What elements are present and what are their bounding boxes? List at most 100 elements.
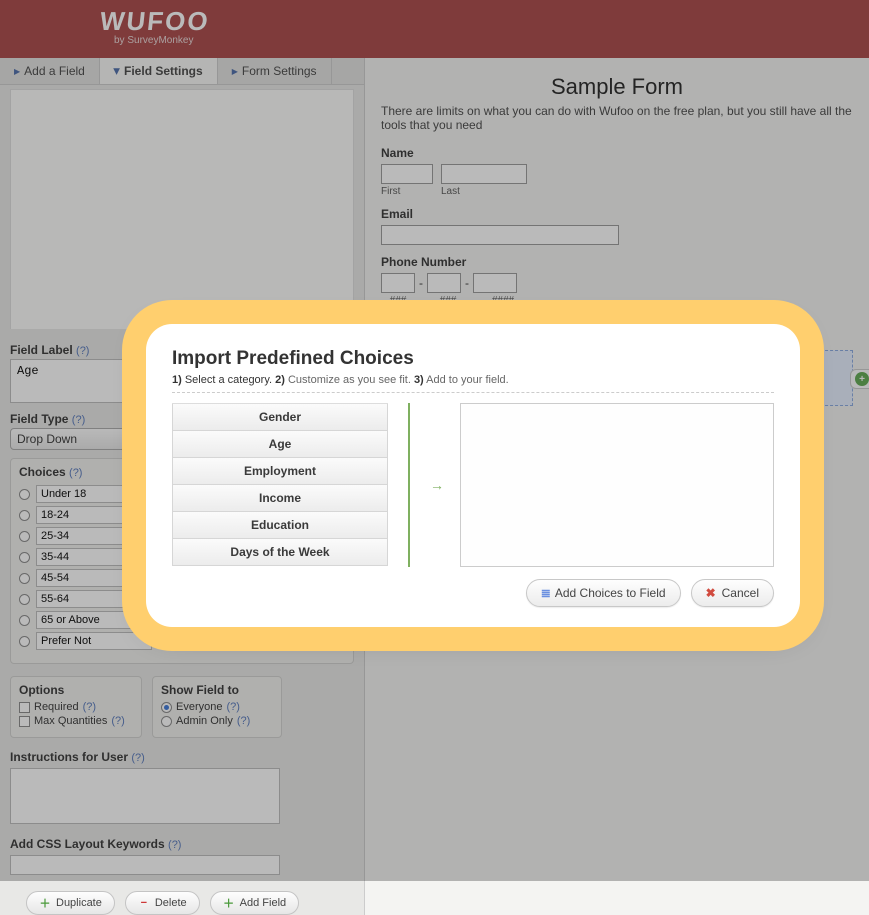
brand-header: WUFOO by SurveyMonkey (0, 0, 869, 58)
add-field-button[interactable]: ＋ Add Field (210, 891, 299, 915)
choice-input[interactable] (36, 506, 152, 524)
preview-desc: There are limits on what you can do with… (381, 104, 853, 132)
minus-icon: − (138, 897, 150, 909)
choice-radio[interactable] (19, 615, 30, 626)
phone-sublabel: #### (481, 295, 525, 306)
choice-input[interactable] (36, 632, 152, 650)
select-value: Drop Down (17, 432, 77, 446)
phone-sep: - (465, 276, 469, 290)
maxq-checkbox[interactable] (19, 716, 30, 727)
category-gender[interactable]: Gender (172, 404, 388, 431)
css-keywords-title: Add CSS Layout Keywords (?) (10, 837, 354, 851)
required-checkbox[interactable] (19, 702, 30, 713)
radio-label: Everyone (176, 701, 222, 713)
help-icon[interactable]: (?) (72, 414, 85, 426)
last-sublabel: Last (441, 186, 527, 197)
instructions-title: Instructions for User (?) (10, 750, 354, 764)
phone-sublabel: ### (381, 295, 415, 306)
category-days-of-week[interactable]: Days of the Week (172, 539, 388, 566)
tab-form-settings[interactable]: ▶Form Settings (218, 58, 332, 84)
close-icon: ✖ (706, 586, 716, 600)
button-label: Duplicate (56, 897, 102, 909)
preview-title: Sample Form (381, 74, 853, 100)
button-label: Add Choices to Field (555, 586, 666, 600)
choice-radio[interactable] (19, 573, 30, 584)
category-age[interactable]: Age (172, 431, 388, 458)
showfield-title: Show Field to (161, 683, 273, 697)
name-label: Name (381, 146, 853, 160)
phone-part2-input[interactable] (427, 273, 461, 293)
add-row-button[interactable]: + (855, 372, 869, 386)
choice-input[interactable] (36, 485, 152, 503)
list-icon: ≣ (541, 586, 549, 600)
chevron-down-icon: ▾ (807, 371, 813, 385)
choice-row (19, 632, 345, 650)
choice-radio[interactable] (19, 531, 30, 542)
choice-input[interactable] (36, 527, 152, 545)
cancel-button[interactable]: ✖ Cancel (691, 579, 774, 607)
add-choices-button[interactable]: ≣ Add Choices to Field (526, 579, 681, 607)
email-label: Email (381, 207, 853, 221)
row-controls: + − (850, 369, 869, 389)
choice-input[interactable] (36, 611, 152, 629)
choice-input[interactable] (36, 590, 152, 608)
options-panel: Options Required (?) Max Quantities (?) (10, 676, 142, 738)
options-title: Options (19, 683, 133, 697)
adminonly-radio[interactable] (161, 716, 172, 727)
first-sublabel: First (381, 186, 433, 197)
button-label: Delete (155, 897, 187, 909)
help-icon[interactable]: (?) (83, 701, 96, 713)
category-employment[interactable]: Employment (172, 458, 388, 485)
help-icon[interactable]: (?) (111, 715, 124, 727)
phone-sep: - (419, 276, 423, 290)
button-label: Add Field (240, 897, 286, 909)
tab-label: Field Settings (124, 64, 203, 78)
help-icon[interactable]: (?) (76, 345, 89, 357)
category-income[interactable]: Income (172, 485, 388, 512)
radio-label: Admin Only (176, 715, 233, 727)
divider (408, 403, 410, 567)
triangle-icon: ▶ (14, 67, 20, 76)
phone-sublabel: ### (431, 295, 465, 306)
choice-input[interactable] (36, 548, 152, 566)
showfield-panel: Show Field to Everyone (?) Admin Only (?… (152, 676, 282, 738)
tab-field-settings[interactable]: ▶Field Settings (100, 58, 218, 84)
choice-radio[interactable] (19, 636, 30, 647)
tab-bar: ▶Add a Field ▶Field Settings ▶Form Setti… (0, 58, 364, 85)
plus-icon: ＋ (39, 897, 51, 909)
help-icon[interactable]: (?) (69, 467, 82, 479)
instructions-input[interactable] (10, 768, 280, 824)
help-icon[interactable]: (?) (237, 715, 250, 727)
logo-wordmark: WUFOO (98, 6, 211, 37)
help-icon[interactable]: (?) (168, 839, 181, 851)
help-icon[interactable]: (?) (226, 701, 239, 713)
phone-part1-input[interactable] (381, 273, 415, 293)
plus-icon: ＋ (223, 897, 235, 909)
last-name-input[interactable] (441, 164, 527, 184)
duplicate-button[interactable]: ＋ Duplicate (26, 891, 115, 915)
everyone-radio[interactable] (161, 702, 172, 713)
tab-label: Form Settings (242, 64, 317, 78)
choice-radio[interactable] (19, 594, 30, 605)
delete-button[interactable]: −Delete (125, 891, 200, 915)
choices-textarea[interactable] (461, 404, 773, 566)
css-keywords-input[interactable] (10, 855, 280, 875)
triangle-icon: ▶ (112, 68, 121, 74)
phone-part3-input[interactable] (473, 273, 517, 293)
import-choices-modal: Import Predefined Choices 1) Select a ca… (146, 324, 800, 627)
modal-steps: 1) Select a category. 2) Customize as yo… (172, 374, 774, 393)
email-input[interactable] (381, 225, 619, 245)
choice-radio[interactable] (19, 552, 30, 563)
choice-radio[interactable] (19, 510, 30, 521)
first-name-input[interactable] (381, 164, 433, 184)
category-list[interactable]: Gender Age Employment Income Education D… (172, 403, 388, 567)
choice-radio[interactable] (19, 489, 30, 500)
phone-label: Phone Number (381, 255, 853, 269)
arrow-right-icon: → (430, 403, 444, 567)
tab-add-field[interactable]: ▶Add a Field (0, 58, 100, 84)
choice-input[interactable] (36, 569, 152, 587)
option-label: Required (34, 701, 79, 713)
logo: WUFOO by SurveyMonkey (100, 6, 210, 46)
help-icon[interactable]: (?) (131, 752, 144, 764)
category-education[interactable]: Education (172, 512, 388, 539)
